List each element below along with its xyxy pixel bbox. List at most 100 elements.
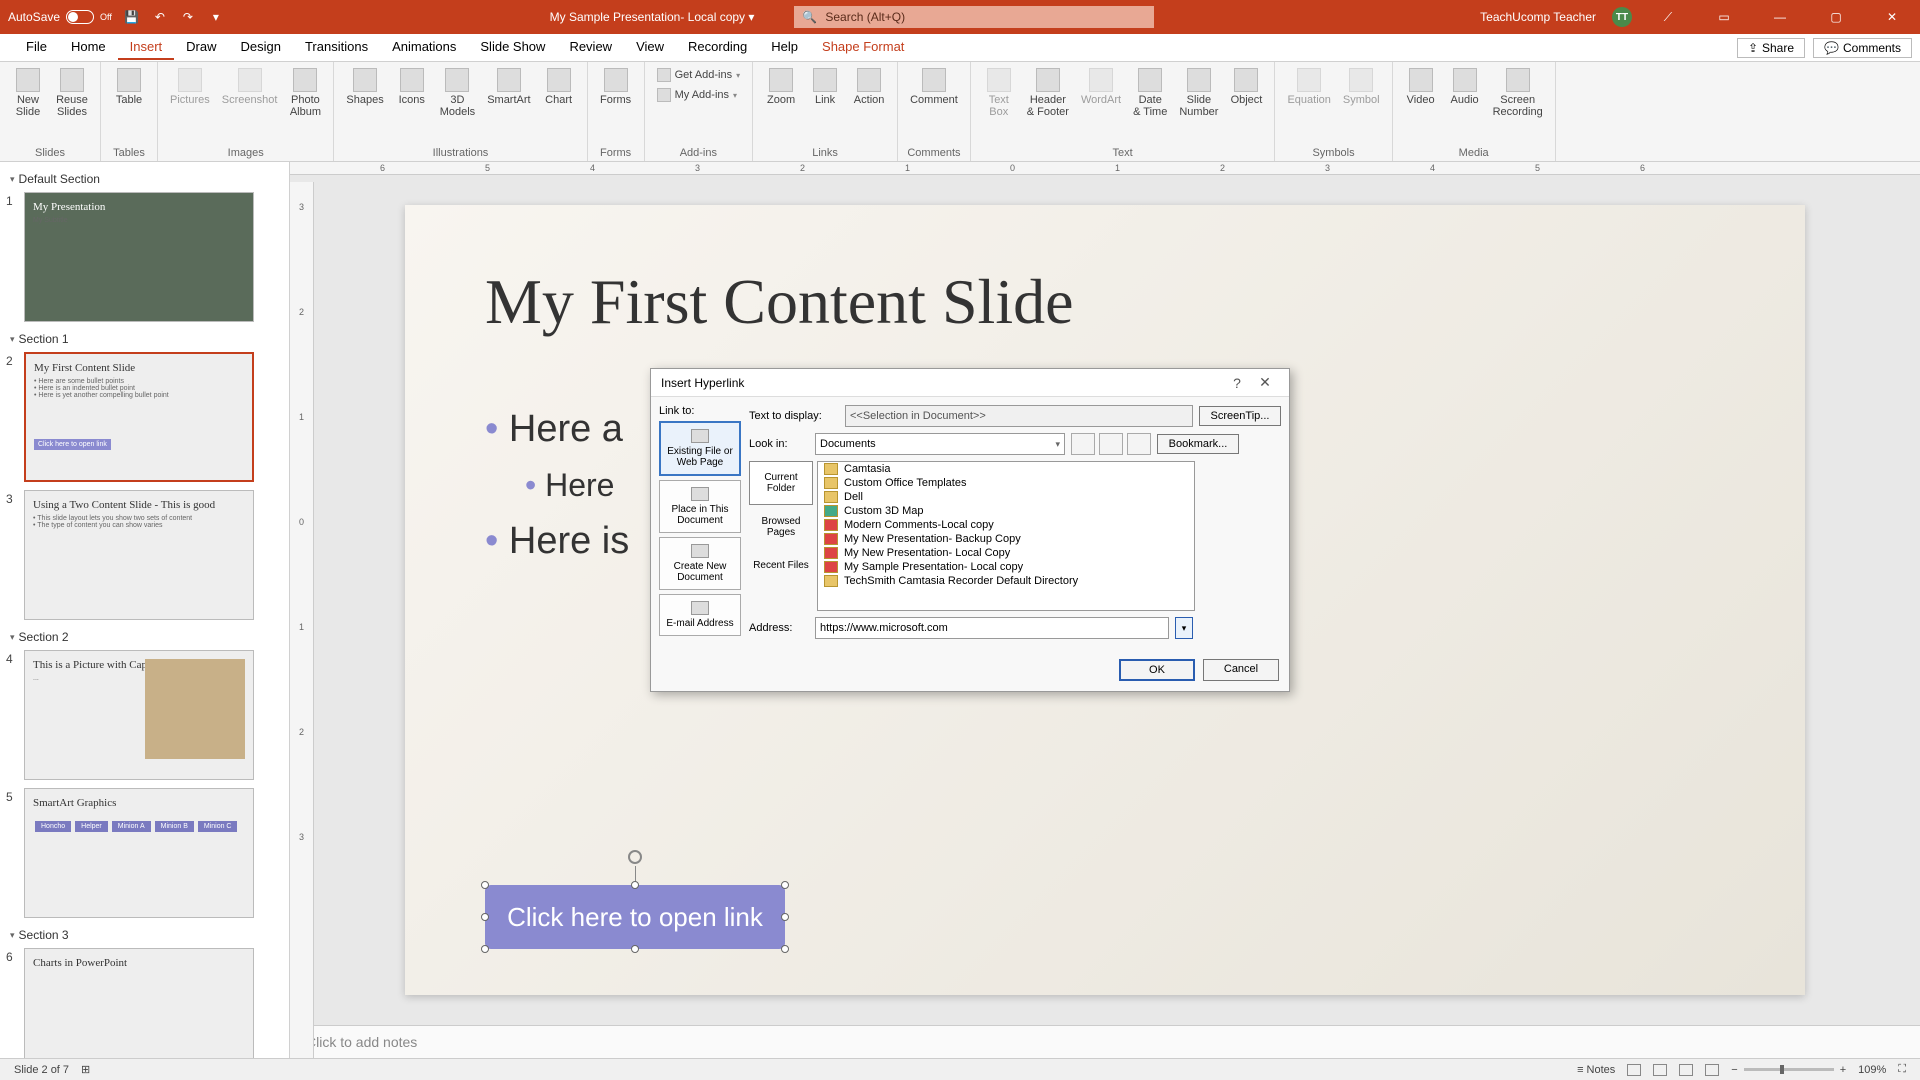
ribbon-new-slide[interactable]: NewSlide bbox=[8, 66, 48, 120]
search-input[interactable]: 🔍 Search (Alt+Q) bbox=[794, 6, 1154, 28]
zoom-in-icon[interactable]: + bbox=[1834, 1064, 1852, 1076]
minimize-icon[interactable]: — bbox=[1760, 3, 1800, 31]
ribbon-pictures[interactable]: Pictures bbox=[166, 66, 214, 108]
help-icon[interactable]: ? bbox=[1223, 369, 1251, 397]
autosave-toggle[interactable]: AutoSave Off bbox=[8, 10, 112, 24]
tab-home[interactable]: Home bbox=[59, 35, 118, 60]
redo-icon[interactable]: ↷ bbox=[180, 9, 196, 25]
rotate-handle[interactable] bbox=[628, 850, 642, 864]
ribbon-action[interactable]: Action bbox=[849, 66, 889, 108]
browse-web-icon[interactable] bbox=[1099, 433, 1123, 455]
file-item[interactable]: TechSmith Camtasia Recorder Default Dire… bbox=[818, 574, 1194, 588]
close-icon[interactable]: ✕ bbox=[1872, 3, 1912, 31]
section-header[interactable]: Section 2 bbox=[4, 626, 285, 648]
tab-help[interactable]: Help bbox=[759, 35, 810, 60]
ribbon-smartart[interactable]: SmartArt bbox=[483, 66, 534, 108]
tab-slide-show[interactable]: Slide Show bbox=[468, 35, 557, 60]
up-folder-icon[interactable] bbox=[1071, 433, 1095, 455]
browse-file-icon[interactable] bbox=[1127, 433, 1151, 455]
lookin-combo[interactable]: Documents bbox=[815, 433, 1065, 455]
ribbon-comment[interactable]: Comment bbox=[906, 66, 962, 108]
resize-handle[interactable] bbox=[481, 881, 489, 889]
linkto-create-new-document[interactable]: Create New Document bbox=[659, 537, 741, 590]
resize-handle[interactable] bbox=[631, 945, 639, 953]
screentip-button[interactable]: ScreenTip... bbox=[1199, 406, 1281, 426]
slideshow-view-icon[interactable] bbox=[1699, 1064, 1725, 1076]
ribbon-wordart[interactable]: WordArt bbox=[1077, 66, 1125, 108]
resize-handle[interactable] bbox=[781, 945, 789, 953]
section-header[interactable]: Section 1 bbox=[4, 328, 285, 350]
zoom-slider[interactable] bbox=[1744, 1068, 1834, 1071]
reading-view-icon[interactable] bbox=[1673, 1064, 1699, 1076]
browse-browsed-pages[interactable]: Browsed Pages bbox=[749, 505, 813, 549]
file-item[interactable]: Modern Comments-Local copy bbox=[818, 518, 1194, 532]
file-list[interactable]: CamtasiaCustom Office TemplatesDellCusto… bbox=[817, 461, 1195, 611]
close-icon[interactable]: ✕ bbox=[1251, 369, 1279, 397]
ribbon-header-and-footer[interactable]: Header& Footer bbox=[1023, 66, 1073, 120]
undo-icon[interactable]: ↶ bbox=[152, 9, 168, 25]
zoom-out-icon[interactable]: − bbox=[1725, 1064, 1743, 1076]
linkto-place-in-this-document[interactable]: Place in This Document bbox=[659, 480, 741, 533]
ribbon-slide-number[interactable]: SlideNumber bbox=[1175, 66, 1222, 120]
tab-file[interactable]: File bbox=[14, 35, 59, 60]
ribbon-zoom[interactable]: Zoom bbox=[761, 66, 801, 108]
window-mode-icon[interactable]: ▭ bbox=[1704, 3, 1744, 31]
ribbon-my-add-ins[interactable]: My Add-ins▾ bbox=[653, 86, 745, 104]
resize-handle[interactable] bbox=[781, 881, 789, 889]
zoom-level[interactable]: 109% bbox=[1852, 1064, 1892, 1076]
comments-button[interactable]: 💬Comments bbox=[1813, 38, 1912, 58]
ribbon-icons[interactable]: Icons bbox=[392, 66, 432, 108]
user-avatar[interactable]: TT bbox=[1612, 7, 1632, 27]
linkto-e-mail-address[interactable]: E-mail Address bbox=[659, 594, 741, 636]
ribbon-audio[interactable]: Audio bbox=[1445, 66, 1485, 108]
section-header[interactable]: Default Section bbox=[4, 168, 285, 190]
ribbon-get-add-ins[interactable]: Get Add-ins▾ bbox=[653, 66, 745, 84]
slide-thumbnail[interactable]: Charts in PowerPoint bbox=[24, 948, 254, 1058]
ribbon-table[interactable]: Table bbox=[109, 66, 149, 108]
normal-view-icon[interactable] bbox=[1621, 1064, 1647, 1076]
slide-thumbnail[interactable]: This is a Picture with Caption Slide... bbox=[24, 650, 254, 780]
linkto-existing-file-or-web-page[interactable]: Existing File or Web Page bbox=[659, 421, 741, 476]
ribbon-date-and-time[interactable]: Date& Time bbox=[1129, 66, 1171, 120]
resize-handle[interactable] bbox=[631, 881, 639, 889]
ribbon-object[interactable]: Object bbox=[1226, 66, 1266, 108]
slide-counter[interactable]: Slide 2 of 7 bbox=[8, 1064, 75, 1076]
resize-handle[interactable] bbox=[781, 913, 789, 921]
tab-review[interactable]: Review bbox=[557, 35, 624, 60]
browse-current-folder[interactable]: Current Folder bbox=[749, 461, 813, 505]
ribbon-shapes[interactable]: Shapes bbox=[342, 66, 387, 108]
ribbon-reuse-slides[interactable]: ReuseSlides bbox=[52, 66, 92, 120]
ribbon-video[interactable]: Video bbox=[1401, 66, 1441, 108]
file-item[interactable]: My New Presentation- Backup Copy bbox=[818, 532, 1194, 546]
sorter-view-icon[interactable] bbox=[1647, 1064, 1673, 1076]
resize-handle[interactable] bbox=[481, 913, 489, 921]
tab-shape-format[interactable]: Shape Format bbox=[810, 35, 916, 60]
save-icon[interactable]: 💾 bbox=[124, 9, 140, 25]
tab-design[interactable]: Design bbox=[229, 35, 293, 60]
tab-recording[interactable]: Recording bbox=[676, 35, 759, 60]
notes-toggle[interactable]: ≡ Notes bbox=[1571, 1064, 1621, 1076]
fit-to-window-icon[interactable]: ⛶ bbox=[1892, 1063, 1912, 1076]
ribbon-symbol[interactable]: Symbol bbox=[1339, 66, 1384, 108]
qat-more-icon[interactable]: ▾ bbox=[208, 9, 224, 25]
cancel-button[interactable]: Cancel bbox=[1203, 659, 1279, 681]
slide-thumbnail[interactable]: My PresentationMy Subtitle bbox=[24, 192, 254, 322]
user-name[interactable]: TeachUcomp Teacher bbox=[1480, 10, 1596, 24]
tab-view[interactable]: View bbox=[624, 35, 676, 60]
file-item[interactable]: Dell bbox=[818, 490, 1194, 504]
browse-recent-files[interactable]: Recent Files bbox=[749, 549, 813, 582]
slide-thumbnails-panel[interactable]: Default Section1My PresentationMy Subtit… bbox=[0, 162, 290, 1058]
section-header[interactable]: Section 3 bbox=[4, 924, 285, 946]
ok-button[interactable]: OK bbox=[1119, 659, 1195, 681]
tab-insert[interactable]: Insert bbox=[118, 35, 175, 60]
address-dropdown-icon[interactable]: ▾ bbox=[1175, 617, 1193, 639]
ribbon-3d-models[interactable]: 3DModels bbox=[436, 66, 479, 120]
slide-thumbnail[interactable]: Using a Two Content Slide - This is good… bbox=[24, 490, 254, 620]
file-item[interactable]: My Sample Presentation- Local copy bbox=[818, 560, 1194, 574]
slide-title[interactable]: My First Content Slide bbox=[485, 265, 1725, 339]
slide-thumbnail[interactable]: My First Content Slide• Here are some bu… bbox=[24, 352, 254, 482]
tab-draw[interactable]: Draw bbox=[174, 35, 228, 60]
share-button[interactable]: ⇪Share bbox=[1737, 38, 1805, 58]
document-title[interactable]: My Sample Presentation- Local copy ▾ bbox=[550, 10, 755, 24]
accessibility-icon[interactable]: ⊞ bbox=[75, 1063, 96, 1076]
